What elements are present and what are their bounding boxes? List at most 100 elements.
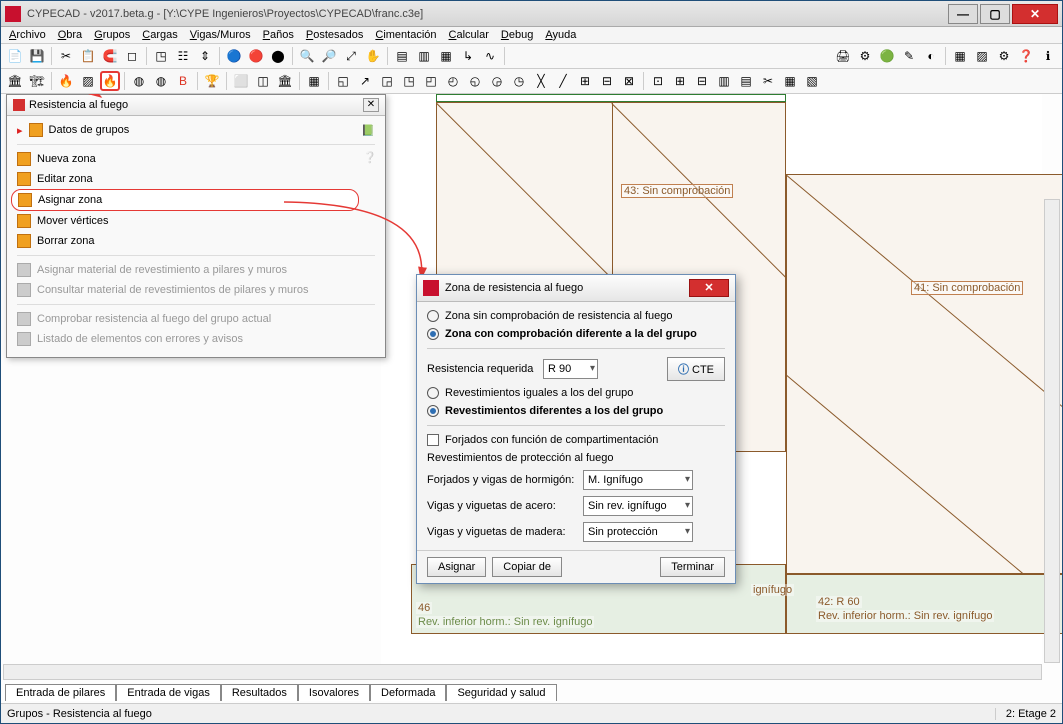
assign-button[interactable]: Asignar xyxy=(427,557,486,577)
concrete-select[interactable]: M. Ignífugo xyxy=(583,470,693,490)
menu-postesados[interactable]: Postesados xyxy=(306,29,364,41)
book-icon[interactable]: 📗 xyxy=(361,124,375,137)
tool-icon[interactable]: 🟢 xyxy=(877,46,897,66)
wood-select[interactable]: Sin protección xyxy=(583,522,693,542)
panel-help-icon[interactable]: ❔ xyxy=(359,149,381,251)
tool-icon[interactable]: ⊠ xyxy=(619,71,639,91)
fire-resistance-icon[interactable]: 🔥 xyxy=(100,71,120,91)
tool-icon[interactable]: ╳ xyxy=(531,71,551,91)
tool-icon[interactable]: ◲ xyxy=(377,71,397,91)
tool-icon[interactable]: ◳ xyxy=(399,71,419,91)
tool-icon[interactable]: ▦ xyxy=(304,71,324,91)
tab-seguridad[interactable]: Seguridad y salud xyxy=(446,684,556,701)
finish-button[interactable]: Terminar xyxy=(660,557,725,577)
print-icon[interactable]: 🖨 xyxy=(833,46,853,66)
tool-icon[interactable]: ◐ xyxy=(921,46,941,66)
tool-icon[interactable]: ◷ xyxy=(509,71,529,91)
zoom-fit-icon[interactable]: ⤢ xyxy=(341,46,361,66)
tool-icon[interactable]: ☷ xyxy=(173,46,193,66)
tool-icon[interactable]: 🏗 xyxy=(27,71,47,91)
tool-icon[interactable]: ⚙ xyxy=(994,46,1014,66)
menu-cargas[interactable]: Cargas xyxy=(142,29,177,41)
tool-icon[interactable]: ↳ xyxy=(458,46,478,66)
dialog-titlebar[interactable]: Zona de resistencia al fuego ✕ xyxy=(417,275,735,302)
tool-icon[interactable]: ◍ xyxy=(129,71,149,91)
tool-icon[interactable]: 📋 xyxy=(78,46,98,66)
tool-icon[interactable]: ▥ xyxy=(714,71,734,91)
tab-isovalores[interactable]: Isovalores xyxy=(298,684,370,701)
copy-from-button[interactable]: Copiar de xyxy=(492,557,562,577)
tool-icon[interactable]: ╱ xyxy=(553,71,573,91)
tab-resultados[interactable]: Resultados xyxy=(221,684,298,701)
vertical-scrollbar[interactable] xyxy=(1044,199,1060,663)
menu-panos[interactable]: Paños xyxy=(263,29,294,41)
tool-icon[interactable]: ⇕ xyxy=(195,46,215,66)
dialog-close-button[interactable]: ✕ xyxy=(689,279,729,297)
tool-icon[interactable]: ↗ xyxy=(355,71,375,91)
tool-icon[interactable]: 🏛 xyxy=(275,71,295,91)
tool-icon[interactable]: ▤ xyxy=(736,71,756,91)
horizontal-scrollbar[interactable] xyxy=(3,664,1042,680)
tool-icon[interactable]: ▨ xyxy=(78,71,98,91)
tool-icon[interactable]: ◱ xyxy=(333,71,353,91)
zone-41[interactable] xyxy=(786,174,1062,574)
tool-icon[interactable]: ⊟ xyxy=(597,71,617,91)
tool-icon[interactable]: ▨ xyxy=(972,46,992,66)
panel-close-button[interactable]: ✕ xyxy=(363,98,379,112)
menu-calcular[interactable]: Calcular xyxy=(449,29,489,41)
tool-icon[interactable]: 🧲 xyxy=(100,46,120,66)
panel-titlebar[interactable]: Resistencia al fuego ✕ xyxy=(7,95,385,116)
tool-icon[interactable]: ◍ xyxy=(151,71,171,91)
tool-icon[interactable]: ▦ xyxy=(780,71,800,91)
tool-icon[interactable]: ∿ xyxy=(480,46,500,66)
menu-grupos[interactable]: Grupos xyxy=(94,29,130,41)
tool-icon[interactable]: ◻ xyxy=(122,46,142,66)
tool-icon[interactable]: ▥ xyxy=(414,46,434,66)
tool-icon[interactable]: ◰ xyxy=(421,71,441,91)
tool-icon[interactable]: ▤ xyxy=(392,46,412,66)
tool-icon[interactable]: ⊞ xyxy=(670,71,690,91)
tool-icon[interactable]: 💾 xyxy=(27,46,47,66)
checkbox-compartment[interactable]: Forjados con función de compartimentació… xyxy=(427,434,725,446)
tool-icon[interactable]: ⊡ xyxy=(648,71,668,91)
tool-icon[interactable]: ▧ xyxy=(802,71,822,91)
tool-icon[interactable]: ◴ xyxy=(443,71,463,91)
pan-icon[interactable]: ✋ xyxy=(363,46,383,66)
zoom-in-icon[interactable]: 🔍 xyxy=(297,46,317,66)
tool-icon[interactable]: ⬜ xyxy=(231,71,251,91)
panel-item-asignar-zona[interactable]: Asignar zona xyxy=(11,189,359,211)
resistance-select[interactable]: R 90 xyxy=(543,359,598,379)
tool-icon[interactable]: ✂ xyxy=(56,46,76,66)
tool-icon[interactable]: ▦ xyxy=(950,46,970,66)
menu-cimentacion[interactable]: Cimentación xyxy=(375,29,436,41)
radio-coatings-same[interactable]: Revestimientos iguales a los del grupo xyxy=(427,387,725,399)
minimize-button[interactable]: — xyxy=(948,4,978,24)
menu-debug[interactable]: Debug xyxy=(501,29,533,41)
tool-icon[interactable]: ⊟ xyxy=(692,71,712,91)
tab-entrada-vigas[interactable]: Entrada de vigas xyxy=(116,684,221,701)
menu-vigas-muros[interactable]: Vigas/Muros xyxy=(190,29,251,41)
menu-archivo[interactable]: Archivo xyxy=(9,29,46,41)
panel-item-mover-vertices[interactable]: Mover vértices xyxy=(11,211,359,231)
tool-icon[interactable]: ▦ xyxy=(436,46,456,66)
tool-icon[interactable]: ⬤ xyxy=(268,46,288,66)
help-icon[interactable]: ❓ xyxy=(1016,46,1036,66)
close-button[interactable]: ✕ xyxy=(1012,4,1058,24)
tool-icon[interactable]: ◳ xyxy=(151,46,171,66)
info-icon[interactable]: ℹ xyxy=(1038,46,1058,66)
tool-icon[interactable]: ✎ xyxy=(899,46,919,66)
zoom-out-icon[interactable]: 🔎 xyxy=(319,46,339,66)
maximize-button[interactable]: ▢ xyxy=(980,4,1010,24)
radio-different-check[interactable]: Zona con comprobación diferente a la del… xyxy=(427,328,725,340)
tool-icon[interactable]: ⚙ xyxy=(855,46,875,66)
tool-icon[interactable]: 🔥 xyxy=(56,71,76,91)
tool-icon[interactable]: 🏛 xyxy=(5,71,25,91)
tool-icon[interactable]: 📄 xyxy=(5,46,25,66)
panel-header-item[interactable]: ▸ Datos de grupos 📗 xyxy=(11,120,381,140)
panel-item-borrar-zona[interactable]: Borrar zona xyxy=(11,231,359,251)
menu-ayuda[interactable]: Ayuda xyxy=(545,29,576,41)
tool-icon[interactable]: 🔴 xyxy=(246,46,266,66)
tab-deformada[interactable]: Deformada xyxy=(370,684,446,701)
tool-icon[interactable]: 🔵 xyxy=(224,46,244,66)
radio-no-check[interactable]: Zona sin comprobación de resistencia al … xyxy=(427,310,725,322)
